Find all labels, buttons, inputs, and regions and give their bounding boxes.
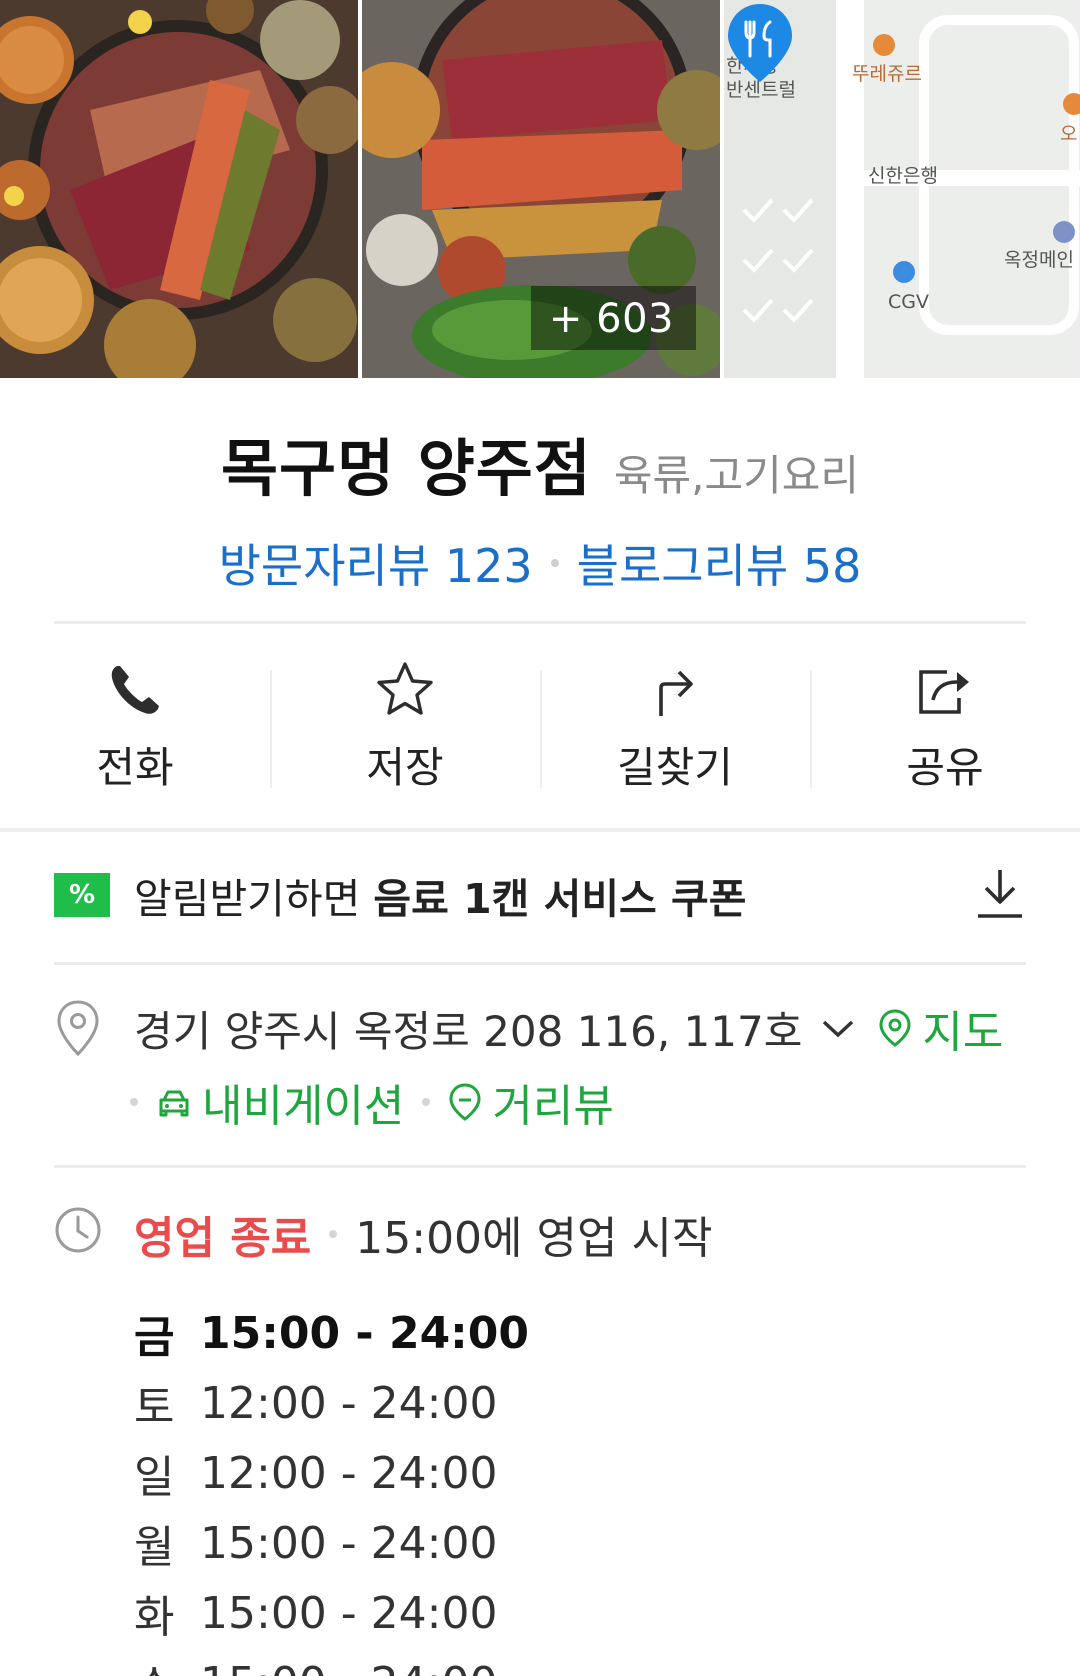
save-label: 저장 <box>366 743 444 792</box>
schedule-day: 수 <box>134 1651 200 1676</box>
map-label-cgv: CGV <box>888 291 929 313</box>
street-view-link-label: 거리뷰 <box>492 1081 614 1132</box>
schedule-row: 일 12:00 - 24:00 <box>134 1438 529 1508</box>
coupon-prefix: 알림받기하면 <box>134 875 374 923</box>
schedule-time: 15:00 - 24:00 <box>200 1587 498 1639</box>
divider <box>54 621 1026 624</box>
food-photo-2[interactable]: + 603 <box>362 0 720 378</box>
schedule-row: 수 15:00 - 24:00 <box>134 1648 529 1676</box>
separator-dot <box>329 1230 338 1238</box>
navigation-link[interactable]: 내비게이션 <box>156 1070 404 1134</box>
separator-dot <box>130 1098 138 1106</box>
divider <box>54 962 1026 965</box>
address-text: 경기 양주시 옥정로 208 116, 117호 <box>134 1006 803 1056</box>
schedule-day: 토 <box>134 1382 175 1433</box>
map-thumbnail[interactable]: 한세상 반센트럴 뚜레쥬르 신한은행 옥정메인 CGV 오 <box>724 0 1080 378</box>
schedule-time: 15:00 - 24:00 <box>200 1658 497 1676</box>
schedule-day: 금 <box>134 1312 175 1363</box>
schedule-time: 15:00 - 24:00 <box>200 1307 530 1359</box>
schedule-time: 15:00 - 24:00 <box>200 1517 498 1569</box>
share-label: 공유 <box>906 743 984 792</box>
save-button[interactable]: 저장 <box>270 648 540 808</box>
visitor-reviews-link[interactable]: 방문자리뷰 123 <box>219 530 533 596</box>
next-open-time: 15:00에 영업 시작 <box>355 1213 713 1264</box>
schedule-row: 토 12:00 - 24:00 <box>134 1368 529 1438</box>
street-view-icon <box>449 1083 481 1121</box>
chevron-down-icon[interactable] <box>818 1013 858 1043</box>
schedule-time: 12:00 - 24:00 <box>200 1377 498 1429</box>
directions-icon <box>659 670 693 716</box>
map-link[interactable]: 지도 <box>878 996 1003 1060</box>
schedule-row: 금 15:00 - 24:00 <box>134 1298 529 1368</box>
share-button[interactable]: 공유 <box>810 648 1080 808</box>
navigation-link-label: 내비게이션 <box>202 1081 405 1132</box>
directions-label: 길찾기 <box>617 743 733 792</box>
place-category: 육류,고기요리 <box>613 451 860 500</box>
share-icon <box>919 670 969 714</box>
blog-reviews-link[interactable]: 블로그리뷰 58 <box>577 530 862 596</box>
food-photo-1[interactable] <box>0 0 358 378</box>
star-icon <box>377 662 433 715</box>
map-link-label: 지도 <box>922 1007 1004 1058</box>
coupon-percent-icon: % <box>54 873 110 917</box>
place-name: 목구멍 양주점 <box>220 432 592 505</box>
section-divider <box>0 828 1080 832</box>
divider <box>54 1165 1026 1168</box>
schedule-day: 일 <box>134 1452 175 1503</box>
call-button[interactable]: 전화 <box>0 648 270 808</box>
separator-dot <box>422 1098 431 1106</box>
map-pin-icon <box>879 1009 911 1047</box>
coupon-banner[interactable]: % 알림받기하면 음료 1캔 서비스 쿠폰 <box>54 862 1026 928</box>
schedule-time: 12:00 - 24:00 <box>200 1447 498 1499</box>
coupon-highlight: 음료 1캔 서비스 쿠폰 <box>373 875 747 923</box>
action-bar: 전화 저장 길찾기 공유 <box>0 648 1080 808</box>
map-label-edge: 오 <box>1060 123 1078 145</box>
car-icon <box>159 1090 189 1117</box>
coupon-text: 알림받기하면 음료 1캔 서비스 쿠폰 <box>134 865 746 925</box>
map-label-okjeong: 옥정메인 <box>1004 249 1074 271</box>
location-pin-icon <box>57 1000 99 1057</box>
map-label-bank: 신한은행 <box>868 165 938 187</box>
clock-icon <box>55 1207 101 1253</box>
map-label-bakery: 뚜레쥬르 <box>852 63 922 85</box>
schedule-day: 화 <box>134 1592 175 1643</box>
schedule-row: 화 15:00 - 24:00 <box>134 1578 529 1648</box>
photo-strip: + 603 한세상 반센트럴 뚜레쥬르 신한은행 옥정메인 CGV 오 <box>0 0 1080 378</box>
street-view-link[interactable]: 거리뷰 <box>448 1070 614 1134</box>
restaurant-pin-icon <box>728 4 792 82</box>
more-photos-count[interactable]: + 603 <box>530 286 696 350</box>
directions-button[interactable]: 길찾기 <box>540 648 810 808</box>
download-icon[interactable] <box>974 866 1026 922</box>
phone-icon <box>111 666 159 714</box>
schedule-day: 월 <box>134 1522 175 1573</box>
separator-dot <box>550 559 559 567</box>
weekly-schedule: 금 15:00 - 24:00 토 12:00 - 24:00 일 12:00 … <box>134 1298 529 1676</box>
call-label: 전화 <box>96 743 174 792</box>
place-header: 목구멍 양주점 육류,고기요리 방문자리뷰 123 블로그리뷰 58 <box>0 418 1080 596</box>
schedule-row: 월 15:00 - 24:00 <box>134 1508 529 1578</box>
business-status: 영업 종료 <box>134 1213 312 1264</box>
